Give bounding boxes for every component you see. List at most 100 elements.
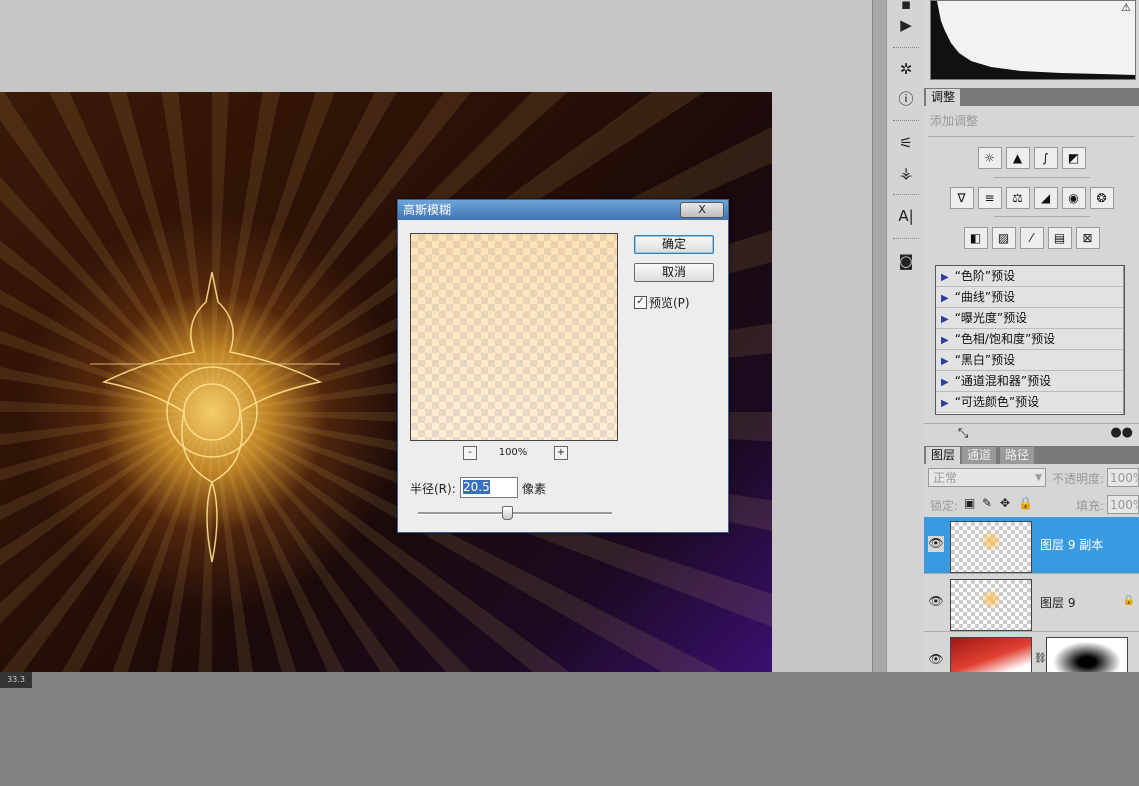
radius-slider-handle[interactable] (502, 506, 513, 520)
fill-label: 填充: (1076, 499, 1105, 513)
panel-options-icon[interactable]: ●● (1110, 425, 1133, 440)
preset-label: “可选颜色”预设 (954, 395, 1040, 409)
exposure-icon[interactable]: ◩ (1061, 147, 1086, 169)
ornament-graphic (90, 271, 340, 563)
expand-triangle-icon: ▶ (941, 272, 949, 283)
layer-row[interactable]: 👁 图层 9 副本 (924, 517, 1139, 574)
character-icon[interactable]: A| (894, 205, 918, 227)
opacity-label: 不透明度: (1052, 472, 1105, 486)
lock-all-icon[interactable]: 🔒 (1018, 496, 1033, 510)
selective-color-icon[interactable]: ⊠ (1075, 227, 1100, 249)
lock-transparent-icon[interactable]: ▣ (964, 496, 975, 510)
camera-icon[interactable]: ◙ (894, 250, 918, 272)
tab-layers[interactable]: 图层 (926, 447, 961, 464)
expand-triangle-icon: ▶ (941, 293, 949, 304)
tab-adjustments[interactable]: 调整 (926, 89, 961, 106)
eye-icon[interactable]: 👁 (928, 536, 944, 552)
expand-triangle-icon: ▶ (941, 398, 949, 409)
lock-position-icon[interactable]: ✥ (1000, 496, 1010, 510)
blend-mode-select[interactable]: 正常 ▼ (928, 468, 1046, 487)
layer-row[interactable]: 👁 图层 9 🔒 (924, 575, 1139, 632)
layer-row[interactable]: 👁 ⛓ (924, 633, 1139, 672)
list-item[interactable]: ▶ “色阶”预设 (936, 266, 1124, 287)
list-item[interactable]: ▶ “曲线”预设 (936, 287, 1124, 308)
tab-channels[interactable]: 通道 (962, 447, 997, 464)
list-item[interactable]: ▶ “色相/饱和度”预设 (936, 329, 1124, 350)
tab-paths[interactable]: 路径 (1000, 447, 1035, 464)
bottom-area (0, 672, 1139, 786)
channel-mixer-icon[interactable]: ❂ (1089, 187, 1114, 209)
brush-presets-icon[interactable]: ⚟ (894, 132, 918, 154)
fill-field[interactable]: 100% (1107, 495, 1139, 514)
dialog-title: 高斯模糊 (403, 203, 452, 217)
divider (994, 216, 1090, 217)
threshold-icon[interactable]: ⁄ (1019, 227, 1044, 249)
divider (928, 136, 1135, 137)
close-button[interactable]: X (680, 202, 724, 218)
black-white-icon[interactable]: ◢ (1033, 187, 1058, 209)
icon-separator (893, 194, 919, 195)
lock-image-icon[interactable]: ✎ (982, 496, 992, 510)
curves-icon[interactable]: ∫ (1033, 147, 1058, 169)
list-item[interactable]: ▶ “曝光度”预设 (936, 308, 1124, 329)
adjustments-footer: ⤡ ●● (924, 423, 1139, 446)
hue-saturation-icon[interactable]: ≡ (977, 187, 1002, 209)
color-balance-icon[interactable]: ⚖ (1005, 187, 1030, 209)
list-item[interactable]: ▶ “黑白”预设 (936, 350, 1124, 371)
right-panel: ⚠ 调整 添加调整 ☼ ▲ ∫ ◩ ∇ ≡ ⚖ ◢ ◉ ❂ ◧ ▨ ⁄ ▤ ⊠ ▶ “色阶”预设 ▶ “曲线… (924, 0, 1139, 672)
list-item[interactable]: ▶ “可选颜色”预设 (936, 392, 1124, 413)
icon-separator (893, 238, 919, 239)
expand-triangle-icon: ▶ (941, 377, 949, 388)
opacity-field[interactable]: 100% (1107, 468, 1139, 487)
histogram-graph (931, 1, 1135, 79)
adjustment-icons-row-2: ∇ ≡ ⚖ ◢ ◉ ❂ (924, 187, 1139, 209)
preset-label: “曲线”预设 (954, 290, 1016, 304)
radius-label: 半径(R): (410, 482, 456, 496)
eye-icon[interactable]: 👁 (928, 652, 944, 668)
panel-icon-top[interactable]: ▪ (894, 0, 918, 12)
clone-source-icon[interactable]: ⚶ (894, 162, 918, 184)
adjustments-tab-row: 调整 (924, 88, 1139, 106)
eye-icon[interactable]: 👁 (928, 594, 944, 610)
vibrance-icon[interactable]: ∇ (949, 187, 974, 209)
brightness-contrast-icon[interactable]: ☼ (977, 147, 1002, 169)
thumbnail-glow (981, 532, 1001, 550)
expand-panel-icon[interactable]: ⤡ (958, 426, 968, 441)
preview-zoom-level: 100% (498, 447, 528, 458)
layer-name: 图层 9 (1040, 596, 1076, 610)
ok-button[interactable]: 确定 (634, 235, 714, 254)
actions-play-icon[interactable]: ▶ (894, 14, 918, 36)
invert-icon[interactable]: ◧ (963, 227, 988, 249)
blur-preview[interactable] (410, 233, 618, 441)
levels-icon[interactable]: ▲ (1005, 147, 1030, 169)
gradient-map-icon[interactable]: ▤ (1047, 227, 1072, 249)
cancel-button[interactable]: 取消 (634, 263, 714, 282)
zoom-readout[interactable]: 33.3 (0, 672, 32, 688)
panel-dock-strip[interactable] (872, 0, 887, 672)
radius-slider-track[interactable] (418, 512, 612, 515)
blend-mode-value: 正常 (933, 471, 958, 485)
preview-checkbox[interactable]: ✓ (634, 296, 647, 309)
dialog-title-bar[interactable]: 高斯模糊 X (398, 200, 728, 220)
photo-filter-icon[interactable]: ◉ (1061, 187, 1086, 209)
divider (994, 177, 1090, 178)
navigator-icon[interactable]: ✲ (894, 58, 918, 80)
gaussian-blur-dialog: 高斯模糊 X - 100% + 确定 取消 ✓ 预览(P) 半径(R): 20.… (397, 199, 729, 533)
posterize-icon[interactable]: ▨ (991, 227, 1016, 249)
zoom-out-button[interactable]: - (463, 446, 477, 460)
warning-icon[interactable]: ⚠ (1121, 1, 1131, 14)
adjustment-icons-row-1: ☼ ▲ ∫ ◩ (924, 147, 1139, 169)
layer-mask-thumbnail[interactable] (1046, 637, 1128, 672)
presets-scrollbar[interactable]: ▼ (1123, 266, 1124, 414)
lock-icon: 🔒 (1122, 595, 1135, 606)
info-icon[interactable]: ⓘ (894, 88, 918, 110)
preset-label: “色阶”预设 (954, 269, 1016, 283)
panel-icon-bar: ▪ ▶ ✲ ⓘ ⚟ ⚶ A| ◙ (886, 0, 926, 672)
list-item[interactable]: ▶ “通道混和器”预设 (936, 371, 1124, 392)
zoom-in-button[interactable]: + (554, 446, 568, 460)
layer-thumbnail (950, 637, 1032, 672)
icon-separator (893, 120, 919, 121)
adjustment-presets-list: ▶ “色阶”预设 ▶ “曲线”预设 ▶ “曝光度”预设 ▶ “色相/饱和度”预设 ▶ “黑… (935, 265, 1125, 415)
layer-name: 图层 9 副本 (1040, 538, 1104, 552)
radius-input[interactable]: 20.5 (460, 477, 518, 498)
